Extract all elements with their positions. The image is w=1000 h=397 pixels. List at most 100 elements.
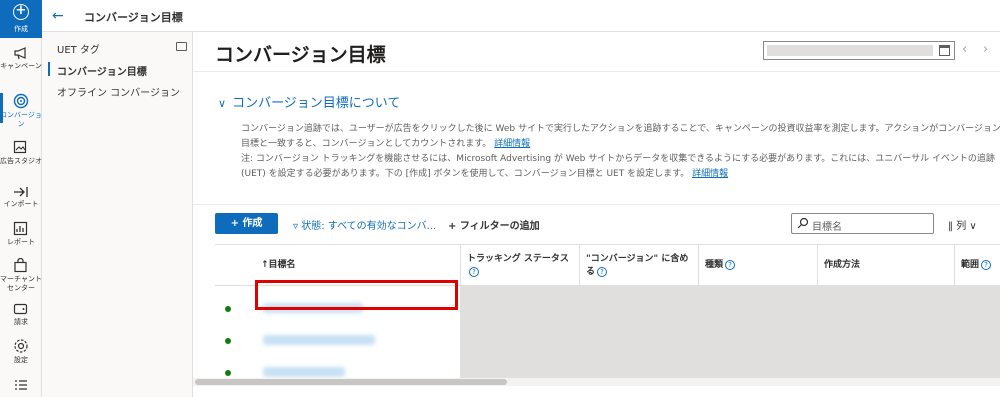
rail-item-billing[interactable]: 請求 [0,302,42,327]
shopping-bag-icon [14,258,27,273]
status-active-icon [225,370,231,376]
columns-button[interactable]: ‖ 列 ∨ [948,217,977,232]
learn-more-link-1[interactable]: 詳細情報 [494,139,530,149]
subnav-item-uet-tag[interactable]: UET タグ [42,41,193,56]
chevron-right-icon[interactable]: › [983,42,988,57]
header-label: 作成方法 [824,260,861,270]
divider [193,71,1000,72]
import-arrow-icon [14,187,28,197]
sort-arrow-icon: ↑ [261,260,269,270]
search-input[interactable]: 目標名 [791,213,934,234]
rail-item-more[interactable] [0,378,42,392]
wallet-icon [13,303,28,315]
megaphone-icon [14,47,26,60]
search-icon [797,217,809,229]
header-label: 範囲 [961,260,980,270]
highlight-box [255,280,458,310]
rail-item-label: インポート [3,200,39,208]
back-arrow-icon[interactable]: ← [52,8,64,24]
rail-item-label: キャンペーン [0,62,42,70]
header-include-in-conversions[interactable]: "コンバージョン" に含める? [579,245,698,287]
plus-circle-icon: + [13,4,29,20]
header-scope[interactable]: 範囲? [954,245,1000,287]
rail-item-conversions[interactable]: コンバージョン [0,93,42,129]
gear-icon [14,339,28,353]
help-icon[interactable]: ? [725,259,736,270]
target-icon [13,93,29,109]
create-button[interactable]: + 作成 [215,213,278,234]
scrollbar-thumb[interactable] [195,379,507,385]
top-bar: ← コンバージョン目標 [42,0,1000,32]
header-label: 種類 [705,260,724,270]
main-content: コンバージョン目標 ‹ › ∨ コンバージョン目標について コンバージョン追跡では… [193,32,1000,397]
goal-name-link[interactable] [263,335,375,345]
status-active-icon [225,338,231,344]
about-section: ∨ コンバージョン目標について コンバージョン追跡では、ユーザーが広告をクリックし… [218,92,1000,179]
goal-name-link[interactable] [263,367,345,377]
date-range-picker[interactable] [763,41,955,60]
rail-item-label: 広告スタジオ [0,157,42,165]
date-range-value [767,45,933,56]
rail-item-label: マーチャント センター [0,275,42,292]
chevron-down-icon: ∨ [218,97,227,110]
rail-item-reports[interactable]: レポート [0,221,42,247]
filter-icon: ▿ [293,221,299,232]
columns-icon: ‖ [948,221,957,232]
rail-create-button[interactable]: + 作成 [0,0,42,38]
about-paragraph-1: コンバージョン追跡では、ユーザーが広告をクリックした後に Web サイトで実行し… [241,124,1000,149]
divider [193,204,1000,205]
about-toggle[interactable]: ∨ コンバージョン目標について [218,92,998,111]
status-active-icon [225,306,231,312]
subnav-item-label: コンバージョン目標 [57,67,147,78]
rail-item-label: レポート [7,238,35,246]
about-paragraph-2: 注: コンバージョン トラッキングを機能させるには、Microsoft Adve… [241,154,995,179]
learn-more-link-2[interactable]: 詳細情報 [692,169,728,179]
add-filter-label: フィルターの追加 [459,221,540,232]
rail-item-merchant-center[interactable]: マーチャント センター [0,258,42,293]
search-placeholder: 目標名 [812,222,842,233]
collapse-panel-icon[interactable] [176,42,187,51]
subnav-item-offline-conversions[interactable]: オフライン コンバージョン [42,84,193,99]
plus-icon: + [230,218,243,229]
horizontal-scrollbar[interactable] [193,378,1000,386]
rail-item-ad-studio[interactable]: 広告スタジオ [0,140,42,166]
header-type[interactable]: 種類? [698,245,817,287]
header-label: 目標名 [268,260,296,270]
rail-item-label: 請求 [14,318,28,326]
topbar-title: コンバージョン目標 [84,11,183,24]
header-tracking-status[interactable]: トラッキング ステータス? [460,245,579,287]
header-creation-method[interactable]: 作成方法 [817,245,954,287]
list-icon [15,380,27,390]
add-filter-button[interactable]: + フィルターの追加 [448,217,540,232]
rail-item-import[interactable]: インポート [0,186,42,209]
chevron-down-icon: ∨ [969,221,977,232]
subnav-item-conversion-goals[interactable]: コンバージョン目標 [42,62,193,78]
plus-icon: + [448,221,460,232]
help-icon[interactable]: ? [469,266,479,277]
subnav-item-label: UET タグ [57,45,100,56]
chevron-left-icon[interactable]: ‹ [962,42,967,57]
rail-item-campaigns[interactable]: キャンペーン [0,46,42,71]
help-icon[interactable]: ? [597,266,608,277]
header-label: トラッキング ステータス [467,254,569,264]
chart-icon [13,221,28,236]
help-icon[interactable]: ? [981,259,992,270]
about-description: コンバージョン追跡では、ユーザーが広告をクリックした後に Web サイトで実行し… [241,122,1000,182]
redacted-columns [460,286,1000,382]
image-edit-icon [13,140,27,154]
subnav-item-label: オフライン コンバージョン [57,88,180,99]
rail-item-label: 設定 [14,356,28,364]
create-button-label: 作成 [242,218,263,229]
about-heading: コンバージョン目標について [232,96,401,111]
calendar-icon [939,45,950,56]
rail-item-label: コンバージョン [0,111,42,128]
sub-navigation: UET タグ コンバージョン目標 オフライン コンバージョン [42,32,193,397]
status-filter[interactable]: ▿ 状態: すべての有効なコンバ... [293,217,436,232]
left-rail: + 作成 キャンペーン コンバージョン 広告スタジオ インポート レポート マー… [0,0,42,397]
rail-create-label: 作成 [14,25,28,33]
status-filter-label: 状態: すべての有効なコンバ... [301,221,437,232]
active-indicator [0,93,3,123]
columns-label: 列 [956,221,967,232]
page-title: コンバージョン目標 [215,44,386,66]
rail-item-settings[interactable]: 設定 [0,338,42,365]
